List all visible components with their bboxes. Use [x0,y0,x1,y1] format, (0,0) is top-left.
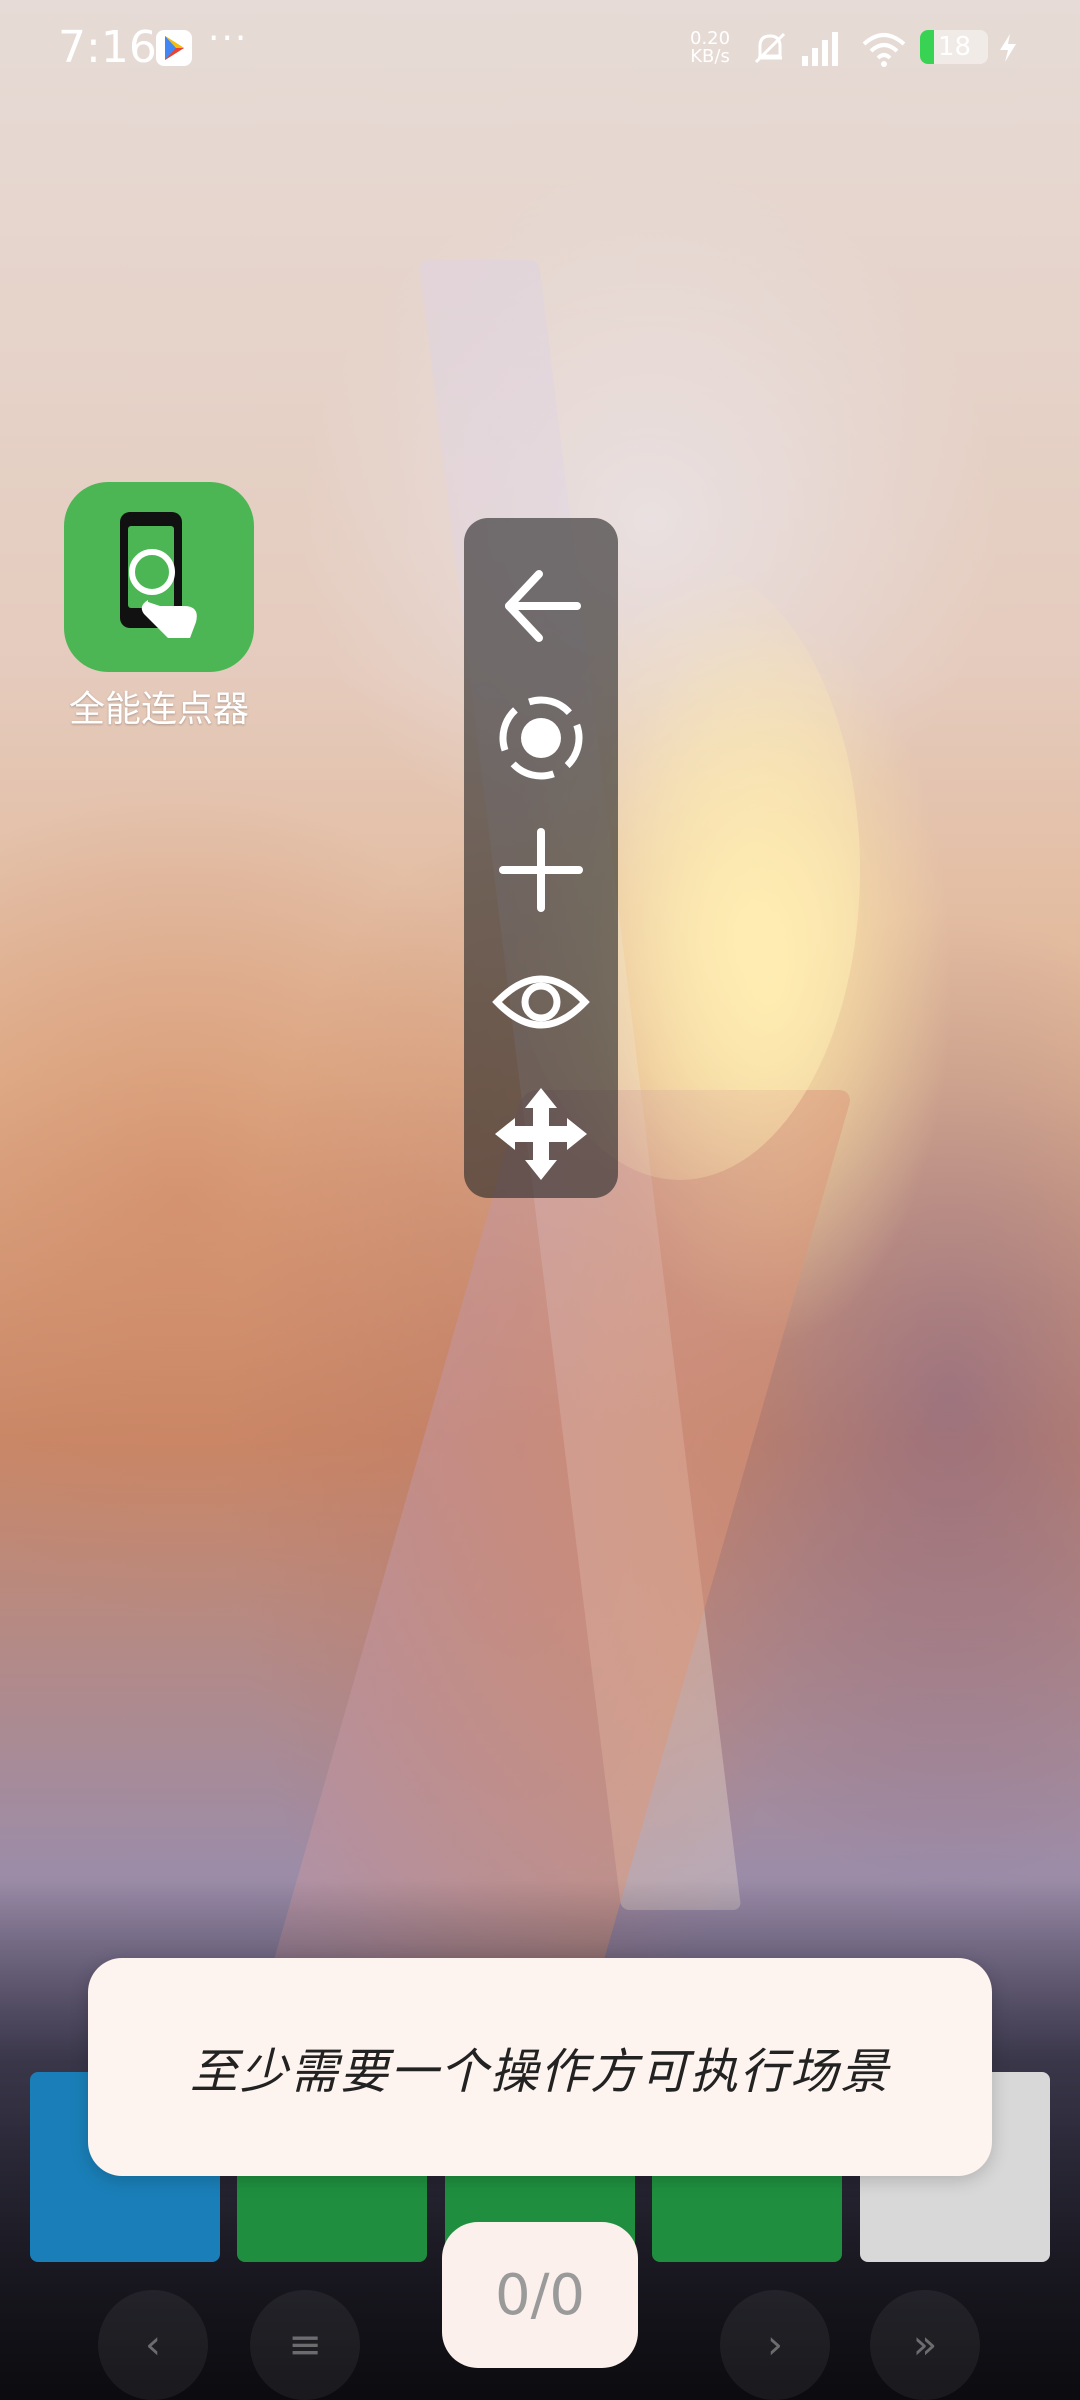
google-play-icon [156,30,192,66]
battery-level: 18 [938,32,972,62]
nav-back-button[interactable]: ‹ [98,2290,208,2400]
network-speed: 0.20 KB/s [690,30,730,66]
nav-home-button[interactable]: ≡ [250,2290,360,2400]
clock: 7:16 [58,22,157,73]
status-bar: 7:16 ··· 0.20 KB/s 18 [0,0,1080,100]
add-icon [499,828,583,912]
back-button[interactable] [491,556,591,656]
battery-icon: 18 [920,30,988,64]
mute-bell-icon [754,32,786,64]
record-target-icon [499,696,583,780]
more-notifications-icon: ··· [208,18,249,59]
action-counter[interactable]: 0/0 [442,2222,638,2368]
status-icons: 18 [750,26,1030,70]
app-icon-autoclicker[interactable]: 全能连点器 [64,482,254,732]
tap-phone-icon [120,512,197,638]
add-button[interactable] [491,820,591,920]
app-label: 全能连点器 [68,689,249,730]
eye-icon [492,975,590,1029]
floating-toolbar [464,518,618,1198]
move-arrows-icon [495,1088,587,1180]
preview-button[interactable] [491,952,591,1052]
signal-icon [802,32,838,66]
nav-recent-button[interactable]: › [720,2290,830,2400]
wifi-icon [862,33,906,67]
toast: 至少需要一个操作方可执行场景 [88,1958,992,2176]
nav-extra-button[interactable]: » [870,2290,980,2400]
toast-message: 至少需要一个操作方可执行场景 [189,2044,890,2100]
move-handle[interactable] [491,1084,591,1184]
network-speed-unit: KB/s [690,46,730,67]
battery-fill [920,30,934,64]
charging-bolt-icon [1000,34,1016,62]
app-tile [64,482,254,672]
record-button[interactable] [491,688,591,788]
back-arrow-icon [505,570,581,642]
